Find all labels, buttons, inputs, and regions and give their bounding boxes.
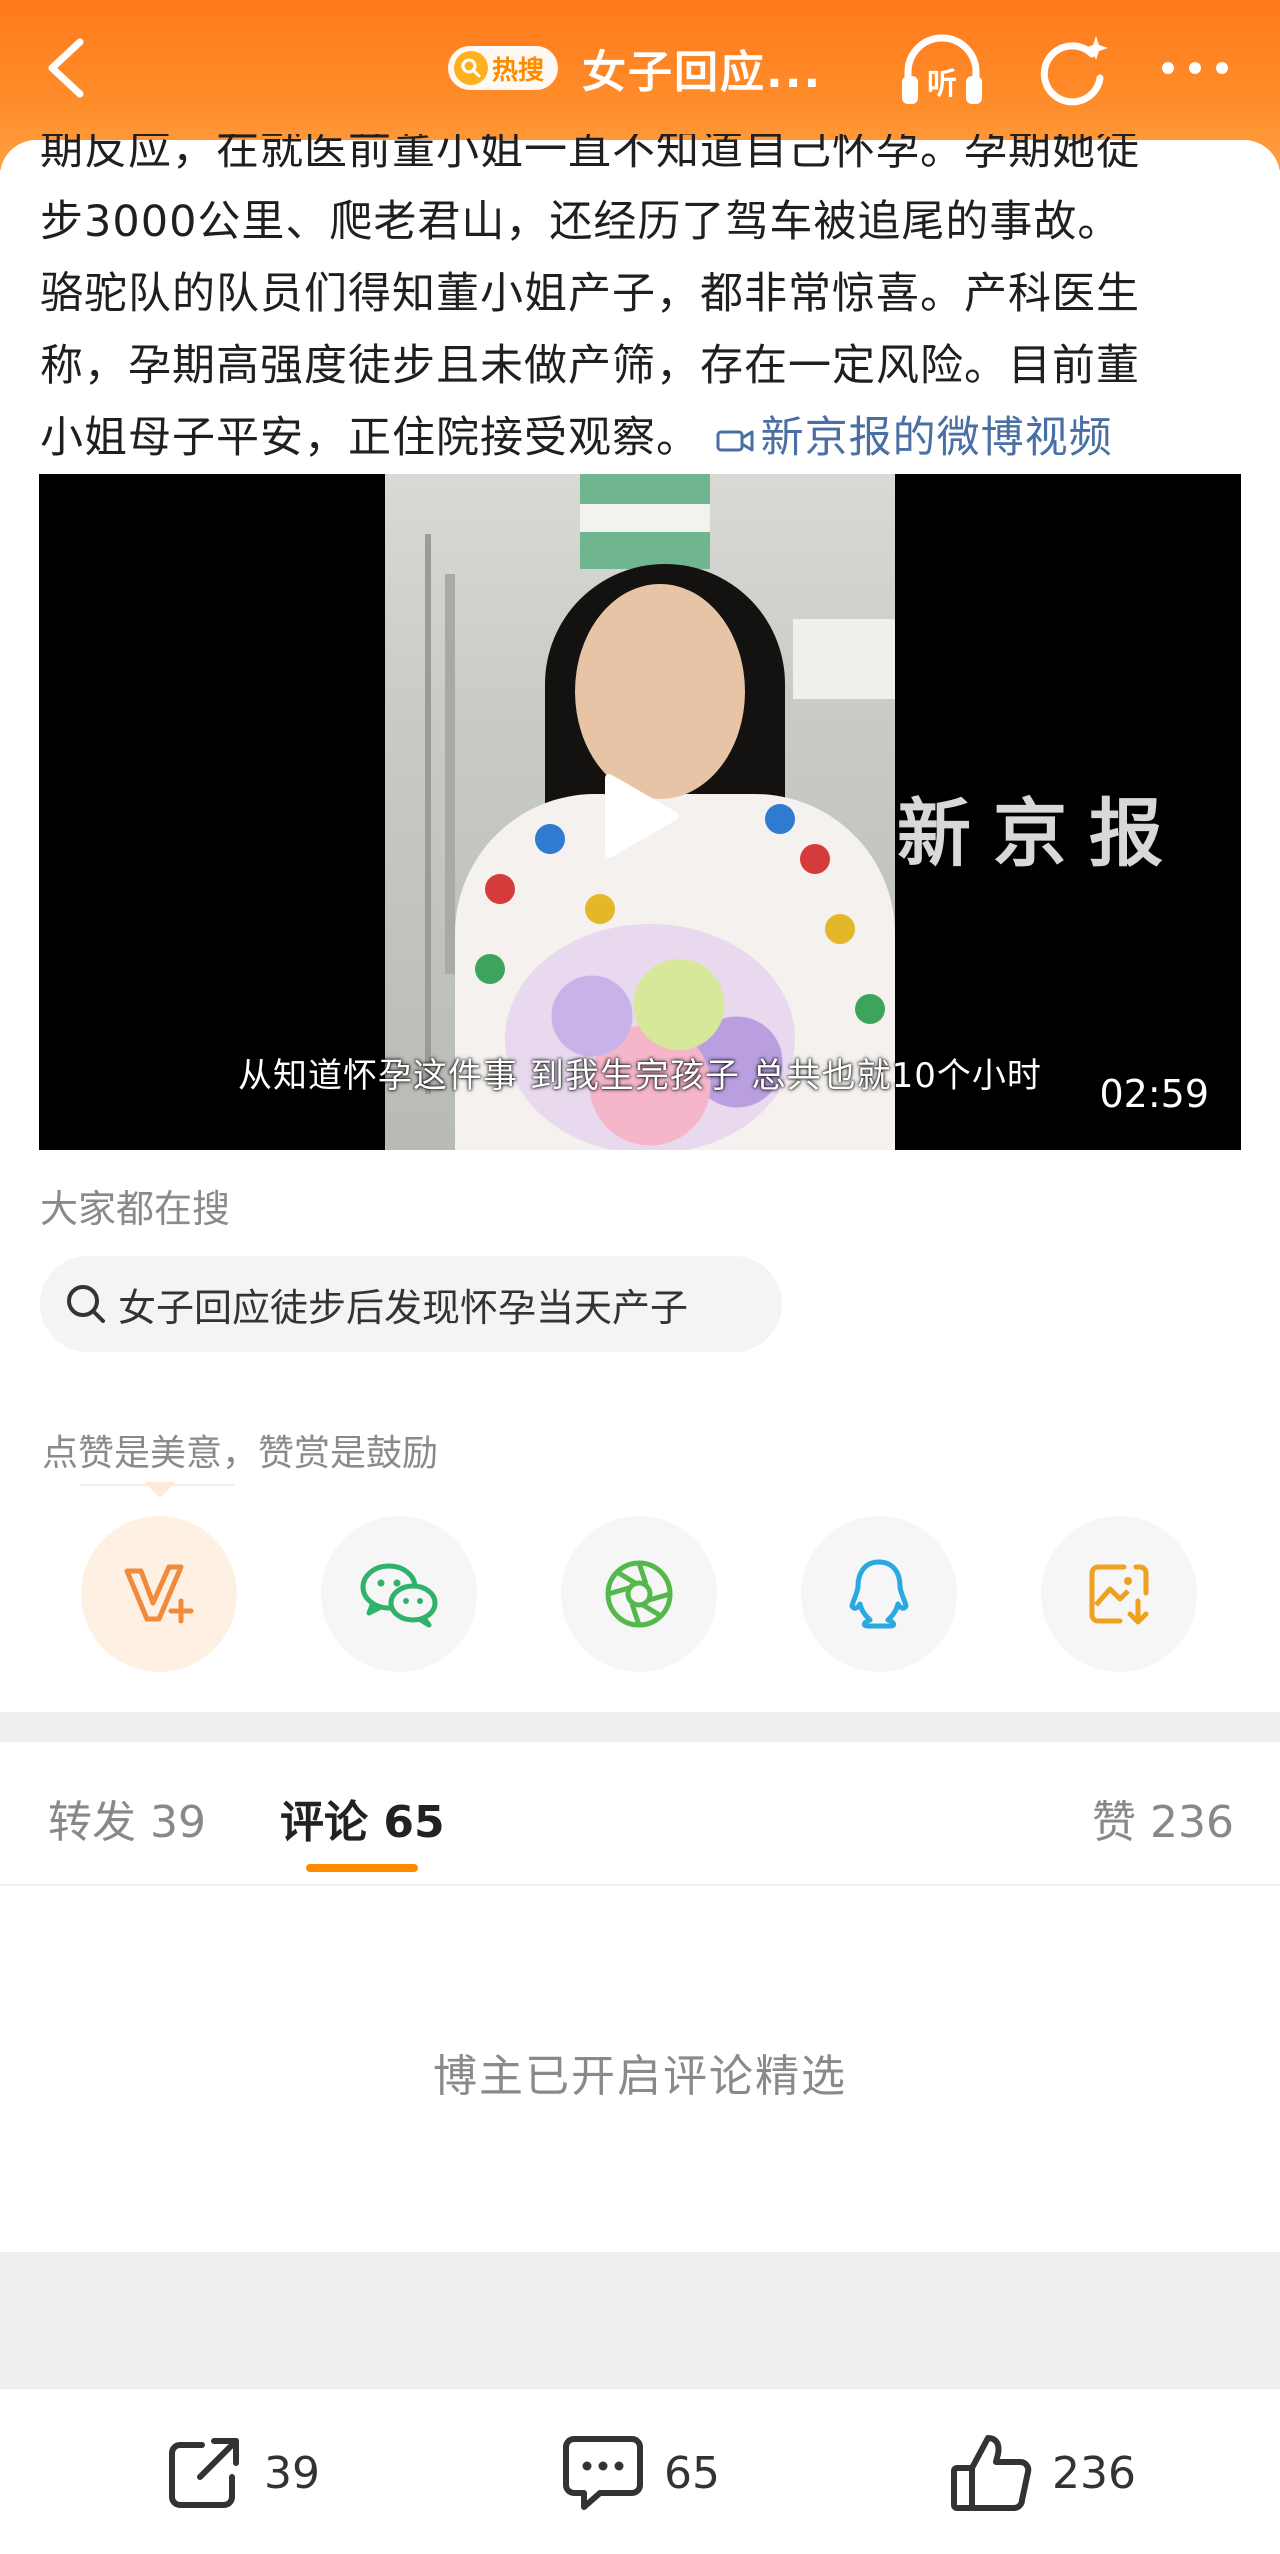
trending-searches-heading: 大家都在搜 — [40, 1187, 231, 1231]
hot-search-badge: 热搜 — [448, 46, 559, 90]
tab-repost-label: 转发 — [48, 1797, 136, 1848]
like-button[interactable]: 236 — [948, 2433, 1136, 2513]
refresh-button[interactable] — [1030, 28, 1114, 112]
tab-like-label: 赞 — [1092, 1797, 1136, 1848]
headphones-icon: 听 — [902, 34, 982, 104]
repost-count: 39 — [264, 2447, 320, 2499]
moments-icon — [605, 1560, 673, 1628]
search-icon — [454, 51, 488, 85]
trending-search-chip[interactable]: 女子回应徒步后发现怀孕当天产子 — [40, 1256, 782, 1352]
thumbs-up-icon — [951, 2435, 1032, 2511]
interaction-tabs: 转发 39 评论 65 赞 236 — [0, 1742, 1280, 1886]
more-button[interactable] — [1150, 30, 1240, 106]
post-line: 称，孕期高强度徒步且未做产筛，存在一定风险。目前董 — [40, 341, 1140, 391]
save-image-button[interactable] — [1041, 1516, 1197, 1672]
tab-like[interactable]: 赞 236 — [1092, 1786, 1234, 1850]
page-title: 女子回应... — [582, 47, 823, 98]
video-duration: 02:59 — [1099, 1072, 1209, 1116]
video-player[interactable]: 新京报 从知道怀孕这件事 到我生完孩子 总共也就10个小时 02:59 — [39, 474, 1241, 1150]
video-source-link[interactable]: 新京报的微博视频 — [715, 413, 1113, 463]
repost-icon — [169, 2438, 239, 2508]
comment-icon — [563, 2436, 643, 2510]
play-icon — [605, 774, 679, 858]
section-divider — [0, 1712, 1280, 1742]
back-arrow-icon — [48, 38, 84, 98]
active-tab-indicator — [306, 1864, 418, 1872]
reward-button[interactable] — [81, 1516, 237, 1672]
reward-tip: 点赞是美意，赞赏是鼓励 — [42, 1433, 439, 1474]
reward-icon — [124, 1564, 194, 1624]
qq-icon — [849, 1559, 909, 1629]
save-image-icon — [1089, 1564, 1149, 1625]
listen-button[interactable]: 听 — [894, 28, 990, 112]
post-last-line-text: 小姐母子平安，正住院接受观察。 — [40, 413, 700, 463]
repost-button[interactable]: 39 — [162, 2433, 320, 2513]
tab-comment-label: 评论 — [280, 1797, 368, 1848]
back-button[interactable] — [38, 30, 108, 106]
share-qq-button[interactable] — [801, 1516, 957, 1672]
like-count: 236 — [1052, 2447, 1136, 2499]
post-line: 期反应，在就医前董小姐一直不知道自己怀孕。孕期她徒 — [40, 134, 1140, 175]
comment-selection-notice: 博主已开启评论精选 — [433, 2051, 847, 2102]
trending-search-query: 女子回应徒步后发现怀孕当天产子 — [118, 1285, 689, 1330]
tab-repost[interactable]: 转发 39 — [48, 1786, 206, 1850]
bottom-action-bar: 39 65 236 — [0, 2388, 1280, 2554]
tab-like-count: 236 — [1150, 1797, 1234, 1848]
comment-button[interactable]: 65 — [560, 2433, 720, 2513]
post-line: 步3000公里、爬老君山，还经历了驾车被追尾的事故。 — [40, 197, 1122, 247]
post-line-last: 小姐母子平安，正住院接受观察。 新京报的微博视频 — [40, 402, 1250, 474]
video-subtitle: 从知道怀孕这件事 到我生完孩子 总共也就10个小时 — [238, 1056, 1042, 1096]
comment-count: 65 — [664, 2447, 720, 2499]
share-moments-button[interactable] — [561, 1516, 717, 1672]
listen-label: 听 — [927, 67, 957, 102]
tab-comment[interactable]: 评论 65 — [280, 1786, 445, 1850]
wechat-icon — [360, 1563, 438, 1628]
refresh-sparkle-icon — [1040, 36, 1108, 106]
tab-repost-count: 39 — [150, 1797, 206, 1848]
more-dots-icon — [1162, 62, 1228, 74]
video-watermark: 新京报 — [897, 791, 1185, 877]
video-camera-icon — [716, 430, 754, 451]
footer-gap — [0, 2252, 1280, 2388]
tip-pointer — [144, 1482, 176, 1498]
post-body: 期反应，在就医前董小姐一直不知道自己怀孕。孕期她徒 步3000公里、爬老君山，还… — [40, 134, 1250, 490]
hot-badge-label: 热搜 — [492, 55, 545, 86]
hot-search-title[interactable]: 热搜 女子回应... — [448, 30, 822, 106]
share-wechat-button[interactable] — [321, 1516, 477, 1672]
tab-comment-count: 65 — [383, 1797, 445, 1848]
share-options — [0, 1516, 1280, 1672]
post-line: 骆驼队的队员们得知董小姐产子，都非常惊喜。产科医生 — [40, 269, 1140, 319]
play-button[interactable] — [599, 770, 683, 862]
search-icon — [67, 1285, 105, 1323]
video-link-label: 新京报的微博视频 — [760, 413, 1113, 463]
